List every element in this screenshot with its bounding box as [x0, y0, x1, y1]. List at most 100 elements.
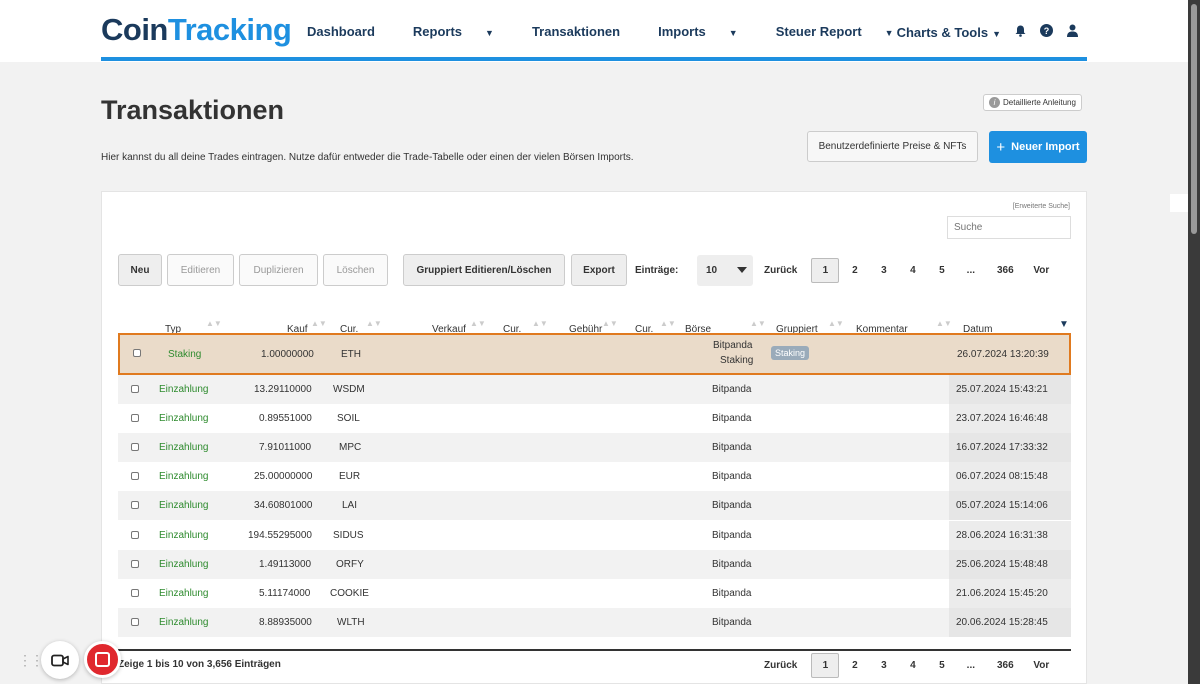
- sort-desc-icon[interactable]: ▼: [1059, 319, 1069, 330]
- pagination-page-current[interactable]: 1: [811, 653, 840, 678]
- row-checkbox[interactable]: [131, 443, 139, 451]
- pagination-page[interactable]: 3: [869, 660, 898, 671]
- sort-icon: ▲▼: [750, 319, 766, 328]
- cell-exchange: Bitpanda: [713, 340, 753, 351]
- cell-date: 05.07.2024 15:14:06: [956, 500, 1048, 511]
- row-checkbox[interactable]: [131, 501, 139, 509]
- cell-currency: MPC: [339, 442, 362, 453]
- table-row[interactable]: Einzahlung 25.00000000 EUR Bitpanda 06.0…: [118, 462, 1071, 491]
- sort-icon: ▲▼: [828, 319, 844, 328]
- row-checkbox[interactable]: [131, 560, 139, 568]
- pagination-page-current[interactable]: 1: [811, 258, 840, 283]
- chevron-down-icon: [737, 267, 747, 273]
- row-checkbox[interactable]: [133, 349, 141, 357]
- pagination-page[interactable]: 3: [869, 265, 898, 276]
- cell-date: 06.07.2024 08:15:48: [956, 471, 1048, 482]
- custom-prices-button[interactable]: Benutzerdefinierte Preise & NFTs: [807, 131, 978, 162]
- cell-buy: 194.55295000: [248, 530, 312, 541]
- plus-icon: +: [996, 138, 1006, 156]
- cell-exchange: Bitpanda: [712, 500, 752, 511]
- delete-button[interactable]: Löschen: [323, 254, 388, 286]
- row-checkbox[interactable]: [131, 385, 139, 393]
- table-header: Typ ▲▼ Kauf ▲▼ Cur. ▲▼ Verkauf ▲▼ Cur. ▲…: [165, 319, 1069, 335]
- pagination-page[interactable]: 366: [985, 265, 1025, 276]
- table-footer-divider: [118, 649, 1071, 651]
- cell-date: 20.06.2024 15:28:45: [956, 617, 1048, 628]
- cell-type: Staking: [168, 349, 202, 360]
- pagination-page[interactable]: 5: [927, 660, 956, 671]
- edit-button[interactable]: Editieren: [167, 254, 234, 286]
- entries-select[interactable]: 10: [697, 255, 753, 286]
- group-edit-button[interactable]: Gruppiert Editieren/Löschen: [403, 254, 565, 286]
- sort-icon: ▲▼: [206, 319, 222, 328]
- table-row[interactable]: Einzahlung 13.29110000 WSDM Bitpanda 25.…: [118, 375, 1071, 404]
- cell-buy: 34.60801000: [254, 500, 313, 511]
- nav-imports[interactable]: Imports ▼: [658, 24, 757, 39]
- export-button[interactable]: Export: [571, 254, 627, 286]
- nav-steuer-report[interactable]: Steuer Report ▼: [776, 24, 913, 39]
- pagination-page[interactable]: 2: [840, 265, 869, 276]
- page-scrollbar[interactable]: [1188, 0, 1200, 684]
- entries-summary: Zeige 1 bis 10 von 3,656 Einträgen: [118, 659, 281, 670]
- advanced-search-link[interactable]: [Erweiterte Suche]: [1013, 203, 1070, 210]
- help-icon[interactable]: ?: [1040, 24, 1053, 40]
- pagination-prev[interactable]: Zurück: [764, 660, 797, 671]
- cell-buy: 1.00000000: [261, 349, 314, 360]
- table-row[interactable]: Einzahlung 194.55295000 SIDUS Bitpanda 2…: [118, 521, 1071, 550]
- pagination-page[interactable]: 366: [985, 660, 1025, 671]
- pagination-prev[interactable]: Zurück: [764, 265, 797, 276]
- nav-reports[interactable]: Reports ▼: [413, 24, 513, 39]
- nav-dashboard[interactable]: Dashboard: [307, 24, 394, 39]
- bell-icon[interactable]: [1015, 25, 1026, 40]
- pagination-bottom: Zurück 1 2 3 4 5 ... 366 Vor: [764, 653, 1049, 678]
- cell-currency: SOIL: [337, 413, 360, 424]
- group-badge[interactable]: Staking: [771, 346, 810, 360]
- user-icon[interactable]: [1067, 24, 1078, 40]
- main-nav: Dashboard Reports ▼ Transaktionen Imports…: [307, 24, 932, 39]
- table-row[interactable]: Einzahlung 0.89551000 SOIL Bitpanda 23.0…: [118, 404, 1071, 433]
- pagination-page[interactable]: 5: [927, 265, 956, 276]
- row-checkbox[interactable]: [131, 472, 139, 480]
- row-checkbox[interactable]: [131, 531, 139, 539]
- info-icon: i: [989, 97, 1000, 108]
- duplicate-button[interactable]: Duplizieren: [239, 254, 318, 286]
- cell-date: 28.06.2024 16:31:38: [956, 530, 1048, 541]
- detailed-guide-button[interactable]: i Detaillierte Anleitung: [983, 94, 1082, 111]
- camera-button[interactable]: [41, 641, 79, 679]
- row-checkbox[interactable]: [131, 618, 139, 626]
- table-row[interactable]: Einzahlung 8.88935000 WLTH Bitpanda 20.0…: [118, 608, 1071, 637]
- cell-exchange: Bitpanda: [712, 413, 752, 424]
- table-row[interactable]: Einzahlung 34.60801000 LAI Bitpanda 05.0…: [118, 491, 1071, 520]
- pagination-next[interactable]: Vor: [1033, 660, 1049, 671]
- cell-type: Einzahlung: [159, 442, 209, 453]
- nav-transaktionen[interactable]: Transaktionen: [532, 24, 639, 39]
- scrollbar-thumb[interactable]: [1191, 4, 1197, 234]
- table-row-selected[interactable]: Staking 1.00000000 ETH Bitpanda Staking …: [118, 333, 1071, 375]
- row-checkbox[interactable]: [131, 589, 139, 597]
- pagination-page[interactable]: 4: [898, 265, 927, 276]
- new-button[interactable]: Neu: [118, 254, 162, 286]
- record-stop-button[interactable]: [84, 641, 121, 678]
- pagination-page[interactable]: 2: [840, 660, 869, 671]
- sort-icon: ▲▼: [602, 319, 618, 328]
- sort-icon: ▲▼: [470, 319, 486, 328]
- cell-currency: LAI: [342, 500, 358, 511]
- header-accent-line: [101, 57, 1087, 61]
- cell-exchange-sub: Staking: [720, 355, 754, 366]
- cell-type: Einzahlung: [159, 559, 209, 570]
- nav-charts-tools[interactable]: Charts & Tools ▼: [897, 25, 1001, 40]
- table-row[interactable]: Einzahlung 5.11174000 COOKIE Bitpanda 21…: [118, 579, 1071, 608]
- row-checkbox[interactable]: [131, 414, 139, 422]
- search-input[interactable]: [947, 216, 1071, 239]
- cell-buy: 0.89551000: [259, 413, 312, 424]
- table-row[interactable]: Einzahlung 1.49113000 ORFY Bitpanda 25.0…: [118, 550, 1071, 579]
- cell-type: Einzahlung: [159, 471, 209, 482]
- table-row[interactable]: Einzahlung 7.91011000 MPC Bitpanda 16.07…: [118, 433, 1071, 462]
- new-import-button[interactable]: + Neuer Import: [989, 131, 1087, 163]
- pagination-next[interactable]: Vor: [1033, 265, 1049, 276]
- pagination-page[interactable]: 4: [898, 660, 927, 671]
- cointracking-logo[interactable]: CoinTracking: [101, 12, 292, 48]
- nav-right: Charts & Tools ▼ ?: [897, 24, 1078, 40]
- cell-exchange: Bitpanda: [712, 384, 752, 395]
- drag-handle-icon[interactable]: ⋮⋮: [18, 652, 44, 669]
